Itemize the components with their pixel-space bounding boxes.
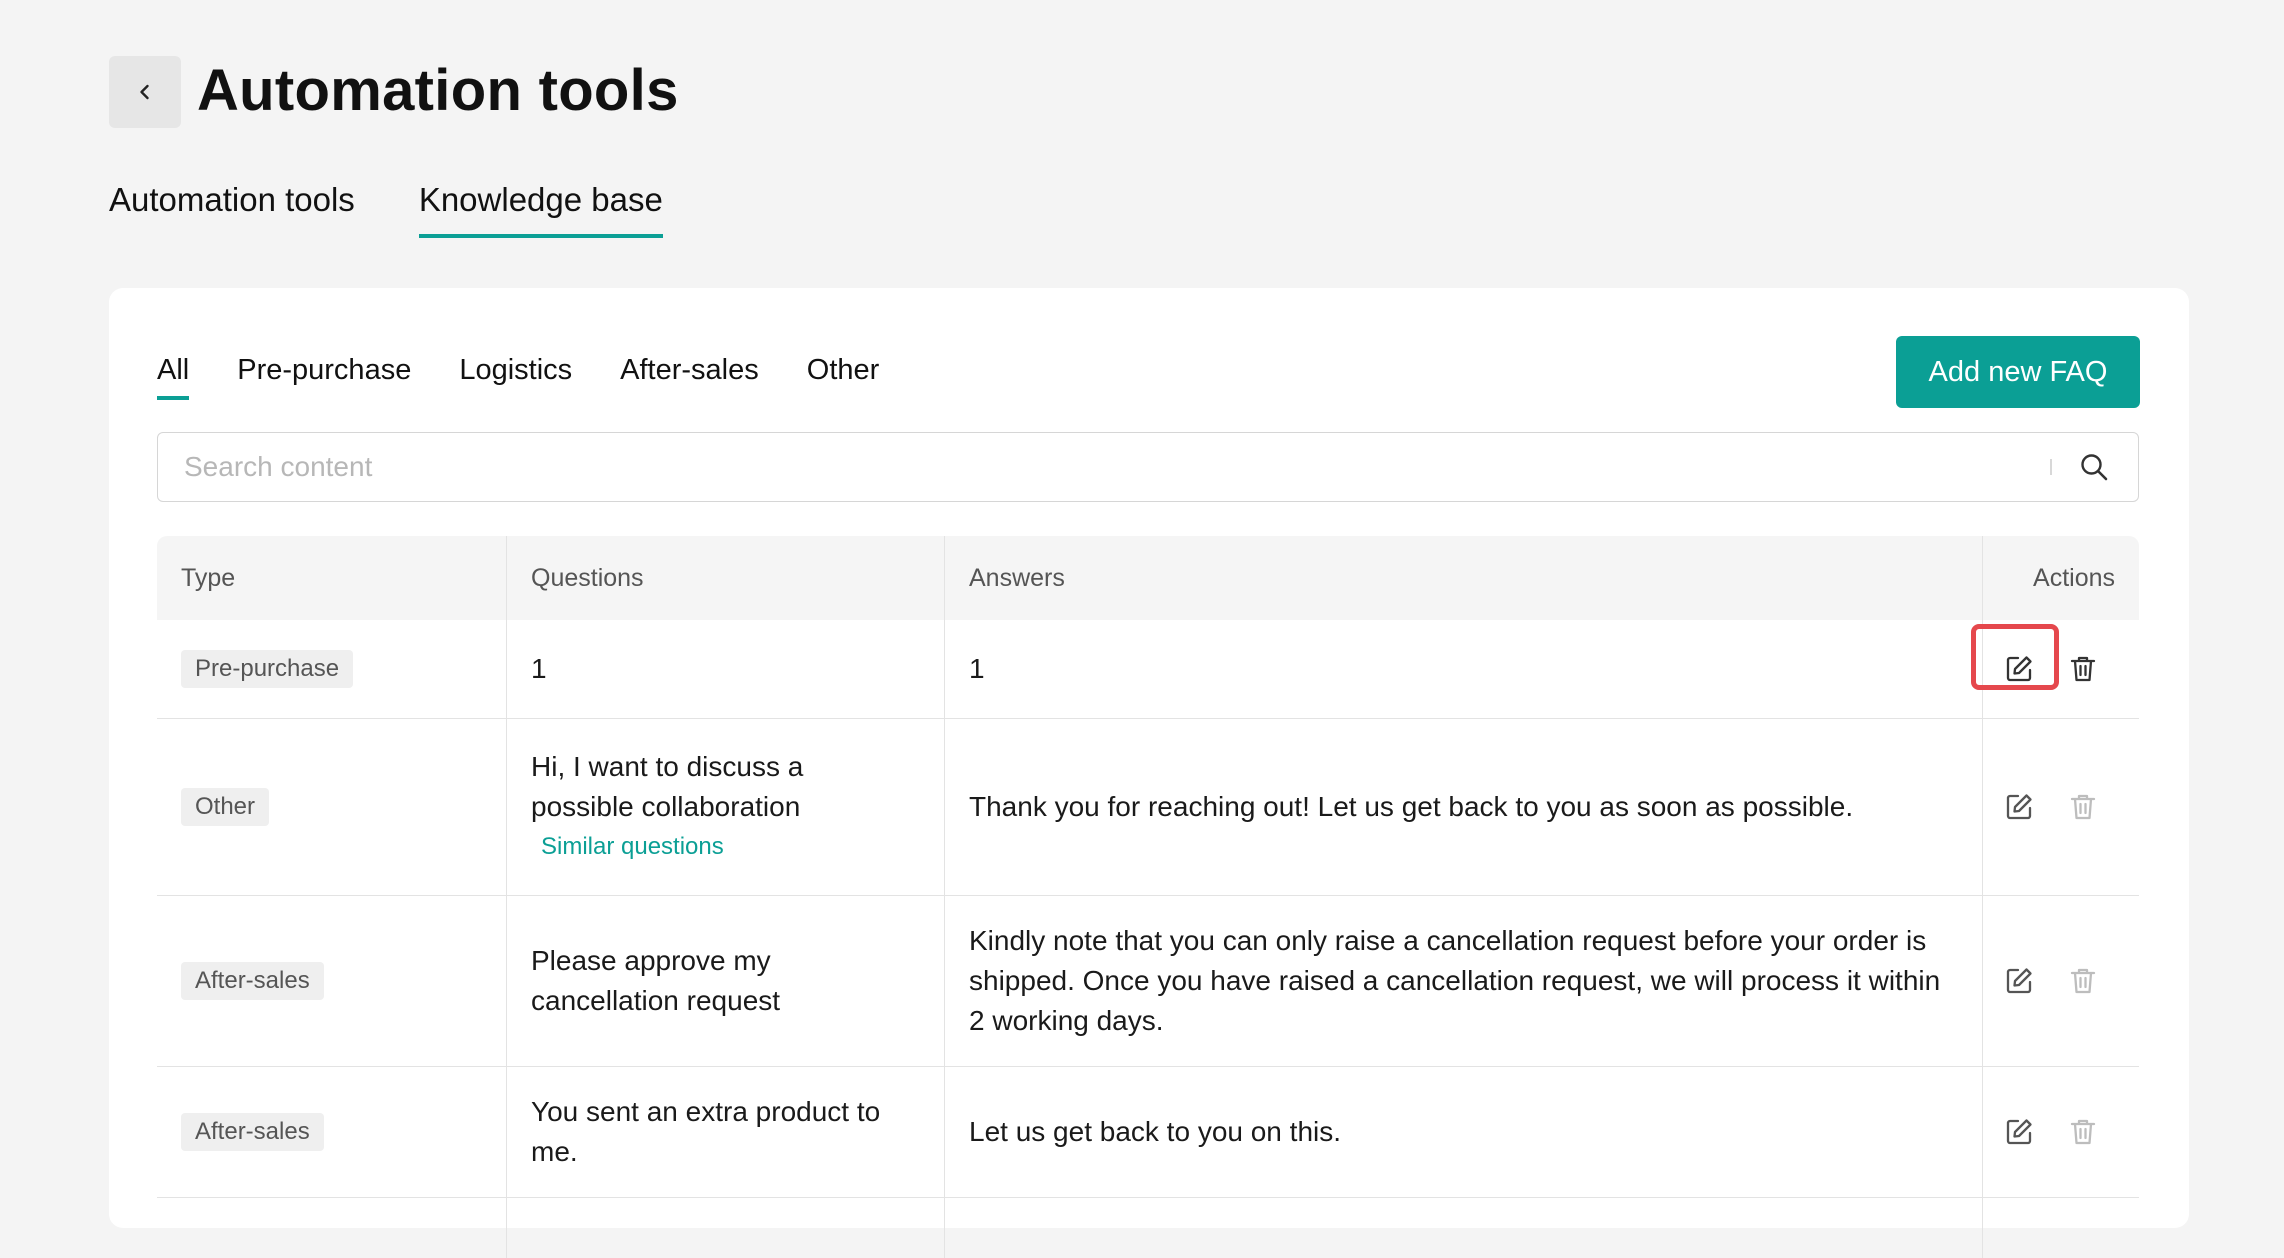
question-cell: You sent an extra product to me. [507, 1067, 945, 1197]
faq-table: Type Questions Answers Actions Pre-purch… [157, 536, 2139, 1258]
type-cell: Other [157, 719, 507, 895]
type-badge: Other [181, 788, 270, 826]
type-badge: After-sales [181, 1113, 324, 1151]
actions-cell [1983, 896, 2139, 1066]
edit-icon[interactable] [2003, 965, 2035, 997]
question-cell: Please approve my cancellation request [507, 896, 945, 1066]
question-text: Please approve my [531, 945, 771, 976]
type-badge: After-sales [181, 962, 324, 1000]
search-divider [2050, 459, 2052, 475]
table-header: Type Questions Answers Actions [157, 536, 2139, 620]
answer-cell: Kindly note that you can only raise a ca… [945, 896, 1983, 1066]
trash-icon[interactable] [2067, 653, 2099, 685]
question-text: possible collaboration [531, 791, 801, 822]
filter-tab-pre-purchase[interactable]: Pre-purchase [237, 348, 411, 400]
tab-knowledge-base[interactable]: Knowledge base [418, 176, 663, 238]
trash-icon[interactable] [2067, 791, 2099, 823]
type-badge: Pre-purchase [181, 650, 354, 688]
answer-cell: Thank you for reaching out! Let us get b… [945, 719, 1983, 895]
question-cell: 1 [507, 620, 945, 718]
question-cell: Hi, I want to discuss a possible collabo… [507, 719, 945, 895]
trash-icon[interactable] [2067, 965, 2099, 997]
question-text: Hi, I want to discuss a [531, 751, 804, 782]
add-new-faq-button[interactable]: Add new FAQ [1896, 336, 2140, 408]
page: Automation tools Automation tools Knowle… [0, 0, 2284, 1258]
edit-icon[interactable] [2003, 1116, 2035, 1148]
similar-questions-link[interactable]: Similar questions [541, 827, 724, 867]
question-text: me. [531, 1136, 578, 1167]
edit-icon[interactable] [2003, 791, 2035, 823]
question-text: 1 [531, 653, 547, 684]
actions-cell [1971, 620, 2139, 718]
search-icon[interactable] [2074, 447, 2114, 487]
type-cell: After-sales [157, 896, 507, 1066]
actions-cell [1983, 719, 2139, 895]
table-row-partial [157, 1198, 2139, 1258]
type-cell: After-sales [157, 1067, 507, 1197]
search-input[interactable] [158, 432, 2050, 502]
back-button[interactable] [109, 56, 181, 128]
table-row: After-sales Please approve my cancellati… [157, 896, 2139, 1067]
filter-tab-after-sales[interactable]: After-sales [620, 348, 759, 400]
table-row: After-sales You sent an extra product to… [157, 1067, 2139, 1198]
question-text: You sent an extra product to [531, 1096, 881, 1127]
answer-cell: Let us get back to you on this. [945, 1067, 1983, 1197]
header-answers: Answers [945, 536, 1983, 620]
table-row: Pre-purchase 1 1 [157, 620, 2139, 719]
chevron-left-icon [140, 84, 149, 100]
trash-icon[interactable] [2067, 1116, 2099, 1148]
faq-card: All Pre-purchase Logistics After-sales O… [109, 288, 2189, 1258]
answer-cell-empty [945, 1198, 1983, 1258]
page-title: Automation tools [197, 58, 679, 123]
filter-tab-other[interactable]: Other [807, 348, 880, 400]
tab-automation-tools[interactable]: Automation tools [109, 176, 355, 238]
header-actions: Actions [2033, 563, 2115, 592]
type-cell-empty [157, 1198, 507, 1258]
filter-tab-logistics[interactable]: Logistics [459, 348, 572, 400]
top-tabs: Automation tools Knowledge base [109, 176, 727, 238]
filter-tabs: All Pre-purchase Logistics After-sales O… [157, 348, 927, 400]
actions-cell [1983, 1067, 2139, 1197]
header-type: Type [157, 536, 507, 620]
type-cell: Pre-purchase [157, 620, 507, 718]
question-cell-empty [507, 1198, 945, 1258]
header-questions: Questions [507, 536, 945, 620]
edit-icon[interactable] [1971, 624, 2059, 690]
search-box [157, 432, 2139, 502]
actions-cell-empty [1983, 1198, 2139, 1258]
filter-tab-all[interactable]: All [157, 348, 190, 400]
answer-cell: 1 [945, 620, 1983, 718]
question-text: cancellation request [531, 985, 781, 1016]
table-row: Other Hi, I want to discuss a possible c… [157, 719, 2139, 896]
